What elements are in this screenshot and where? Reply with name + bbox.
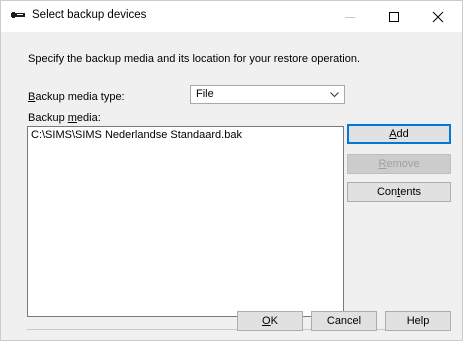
maximize-icon <box>389 12 399 22</box>
cancel-button[interactable]: Cancel <box>311 311 377 331</box>
backup-media-type-dropdown[interactable]: File <box>190 85 345 104</box>
backup-media-type-value: File <box>196 88 214 100</box>
minimize-icon <box>345 17 355 18</box>
select-backup-devices-dialog: Select backup devices Specify the backup… <box>0 0 463 341</box>
add-button[interactable]: Add <box>347 124 451 144</box>
list-item[interactable]: C:\SIMS\SIMS Nederlandse Standaard.bak <box>31 129 242 141</box>
ssms-app-icon <box>11 12 25 18</box>
backup-media-list[interactable]: C:\SIMS\SIMS Nederlandse Standaard.bak <box>27 126 344 317</box>
help-button[interactable]: Help <box>385 311 451 331</box>
ok-button[interactable]: OK <box>237 311 303 331</box>
backup-media-type-label: Backup media type: <box>28 91 125 103</box>
maximize-button[interactable] <box>372 1 416 32</box>
close-button[interactable] <box>416 1 460 32</box>
backup-media-label: Backup media: <box>28 112 101 124</box>
minimize-button[interactable] <box>328 1 372 32</box>
contents-button[interactable]: Contents <box>347 182 451 202</box>
instructions-text: Specify the backup media and its locatio… <box>28 53 361 65</box>
close-icon <box>432 11 444 23</box>
title-bar[interactable]: Select backup devices <box>1 1 462 32</box>
dialog-content: Specify the backup media and its locatio… <box>1 32 462 340</box>
dialog-title: Select backup devices <box>32 9 147 21</box>
remove-button[interactable]: Remove <box>347 154 451 174</box>
chevron-down-icon <box>330 92 339 98</box>
